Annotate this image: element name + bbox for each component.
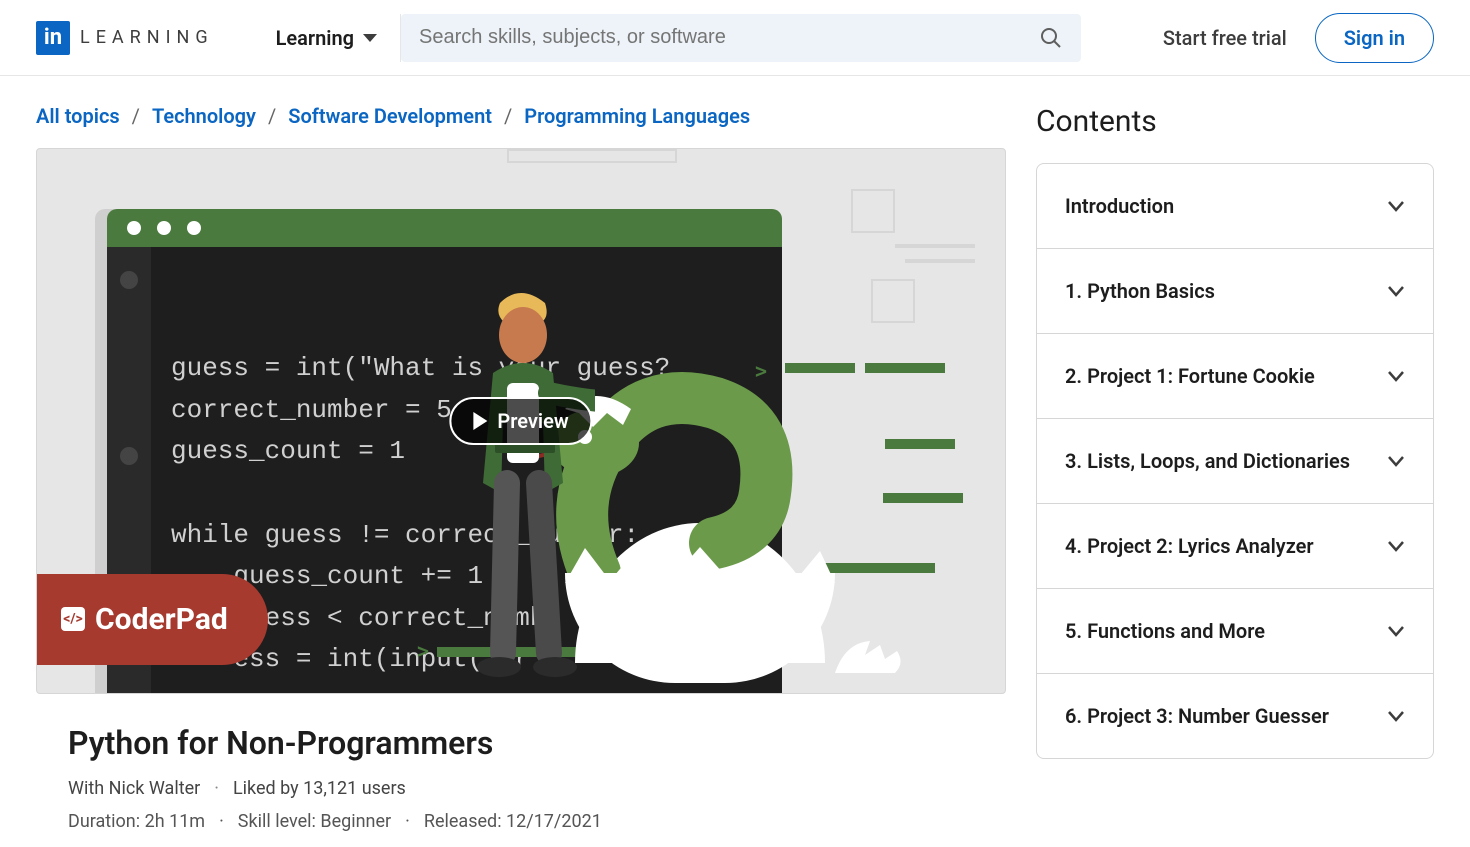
chevron-down-icon — [1387, 367, 1405, 385]
chevron-down-icon — [1387, 282, 1405, 300]
learning-dropdown[interactable]: Learning — [254, 14, 401, 62]
released-value: 12/17/2021 — [506, 811, 602, 832]
learning-dropdown-label: Learning — [276, 26, 354, 50]
breadcrumb-separator: / — [504, 104, 512, 128]
course-author[interactable]: Nick Walter — [109, 778, 201, 799]
search-input[interactable] — [419, 26, 1039, 49]
separator-dot: · — [405, 811, 410, 832]
global-header: in LEARNING Learning Start free trial Si… — [0, 0, 1470, 76]
logo[interactable]: in LEARNING — [36, 21, 214, 55]
section-label: 4. Project 2: Lyrics Analyzer — [1065, 534, 1314, 558]
section-label: 6. Project 3: Number Guesser — [1065, 704, 1329, 728]
coderpad-label: CoderPad — [95, 602, 228, 637]
section-label: 5. Functions and More — [1065, 619, 1265, 643]
header-right: Start free trial Sign in — [1163, 13, 1434, 63]
skill-level-label: Skill level: — [238, 811, 316, 832]
section-label: 1. Python Basics — [1065, 279, 1215, 303]
chevron-down-icon — [1387, 537, 1405, 555]
contents-section[interactable]: 2. Project 1: Fortune Cookie — [1037, 334, 1433, 419]
preview-label: Preview — [497, 409, 568, 433]
section-label: Introduction — [1065, 194, 1174, 218]
logo-learning-text: LEARNING — [80, 27, 214, 48]
separator-dot: · — [219, 811, 224, 832]
course-details-line: Duration: 2h 11m · Skill level: Beginner… — [68, 811, 974, 832]
contents-section[interactable]: 6. Project 3: Number Guesser — [1037, 674, 1433, 758]
contents-section[interactable]: 3. Lists, Loops, and Dictionaries — [1037, 419, 1433, 504]
chevron-down-icon — [1387, 622, 1405, 640]
search-icon[interactable] — [1039, 26, 1063, 50]
chevron-down-icon — [1387, 197, 1405, 215]
with-prefix: With — [68, 778, 104, 799]
course-title: Python for Non-Programmers — [68, 724, 974, 762]
contents-section[interactable]: 5. Functions and More — [1037, 589, 1433, 674]
section-label: 3. Lists, Loops, and Dictionaries — [1065, 449, 1350, 473]
breadcrumb-separator: / — [268, 104, 276, 128]
breadcrumb-link[interactable]: Software Development — [288, 104, 492, 128]
chevron-down-icon — [1387, 707, 1405, 725]
section-label: 2. Project 1: Fortune Cookie — [1065, 364, 1315, 388]
contents-heading: Contents — [1036, 104, 1434, 139]
breadcrumb-link[interactable]: Technology — [152, 104, 256, 128]
play-icon — [473, 412, 487, 430]
preview-button[interactable]: Preview — [449, 397, 592, 445]
breadcrumb-separator: / — [132, 104, 140, 128]
skill-level-value: Beginner — [320, 811, 391, 832]
window-titlebar — [107, 209, 782, 247]
breadcrumb-link[interactable]: All topics — [36, 104, 120, 128]
sign-in-button[interactable]: Sign in — [1315, 13, 1434, 63]
course-byline: With Nick Walter · Liked by 13,121 users — [68, 778, 974, 799]
breadcrumb-link[interactable]: Programming Languages — [524, 104, 750, 128]
liked-by: Liked by 13,121 users — [233, 778, 406, 799]
contents-accordion: Introduction 1. Python Basics 2. Project… — [1036, 163, 1434, 759]
start-free-trial-link[interactable]: Start free trial — [1163, 26, 1287, 50]
course-meta: Python for Non-Programmers With Nick Wal… — [36, 694, 1006, 832]
page-body: All topics / Technology / Software Devel… — [0, 76, 1470, 832]
separator-dot: · — [214, 778, 219, 799]
hero-illustration — [425, 243, 945, 683]
duration-label: Duration: — [68, 811, 140, 832]
contents-section[interactable]: 4. Project 2: Lyrics Analyzer — [1037, 504, 1433, 589]
contents-section[interactable]: 1. Python Basics — [1037, 249, 1433, 334]
contents-sidebar: Contents Introduction 1. Python Basics 2… — [1036, 104, 1434, 832]
contents-section[interactable]: Introduction — [1037, 164, 1433, 249]
duration-value: 2h 11m — [145, 811, 206, 832]
main-column: All topics / Technology / Software Devel… — [36, 104, 1006, 832]
course-hero[interactable]: guess = int("What is your guess? correct… — [36, 148, 1006, 694]
linkedin-logo-icon: in — [36, 21, 70, 55]
coderpad-badge: </> CoderPad — [37, 574, 268, 665]
breadcrumb: All topics / Technology / Software Devel… — [36, 104, 1006, 128]
search-bar[interactable] — [401, 14, 1081, 62]
caret-down-icon — [362, 30, 378, 46]
chevron-down-icon — [1387, 452, 1405, 470]
coderpad-icon: </> — [61, 607, 85, 631]
released-label: Released: — [424, 811, 502, 832]
